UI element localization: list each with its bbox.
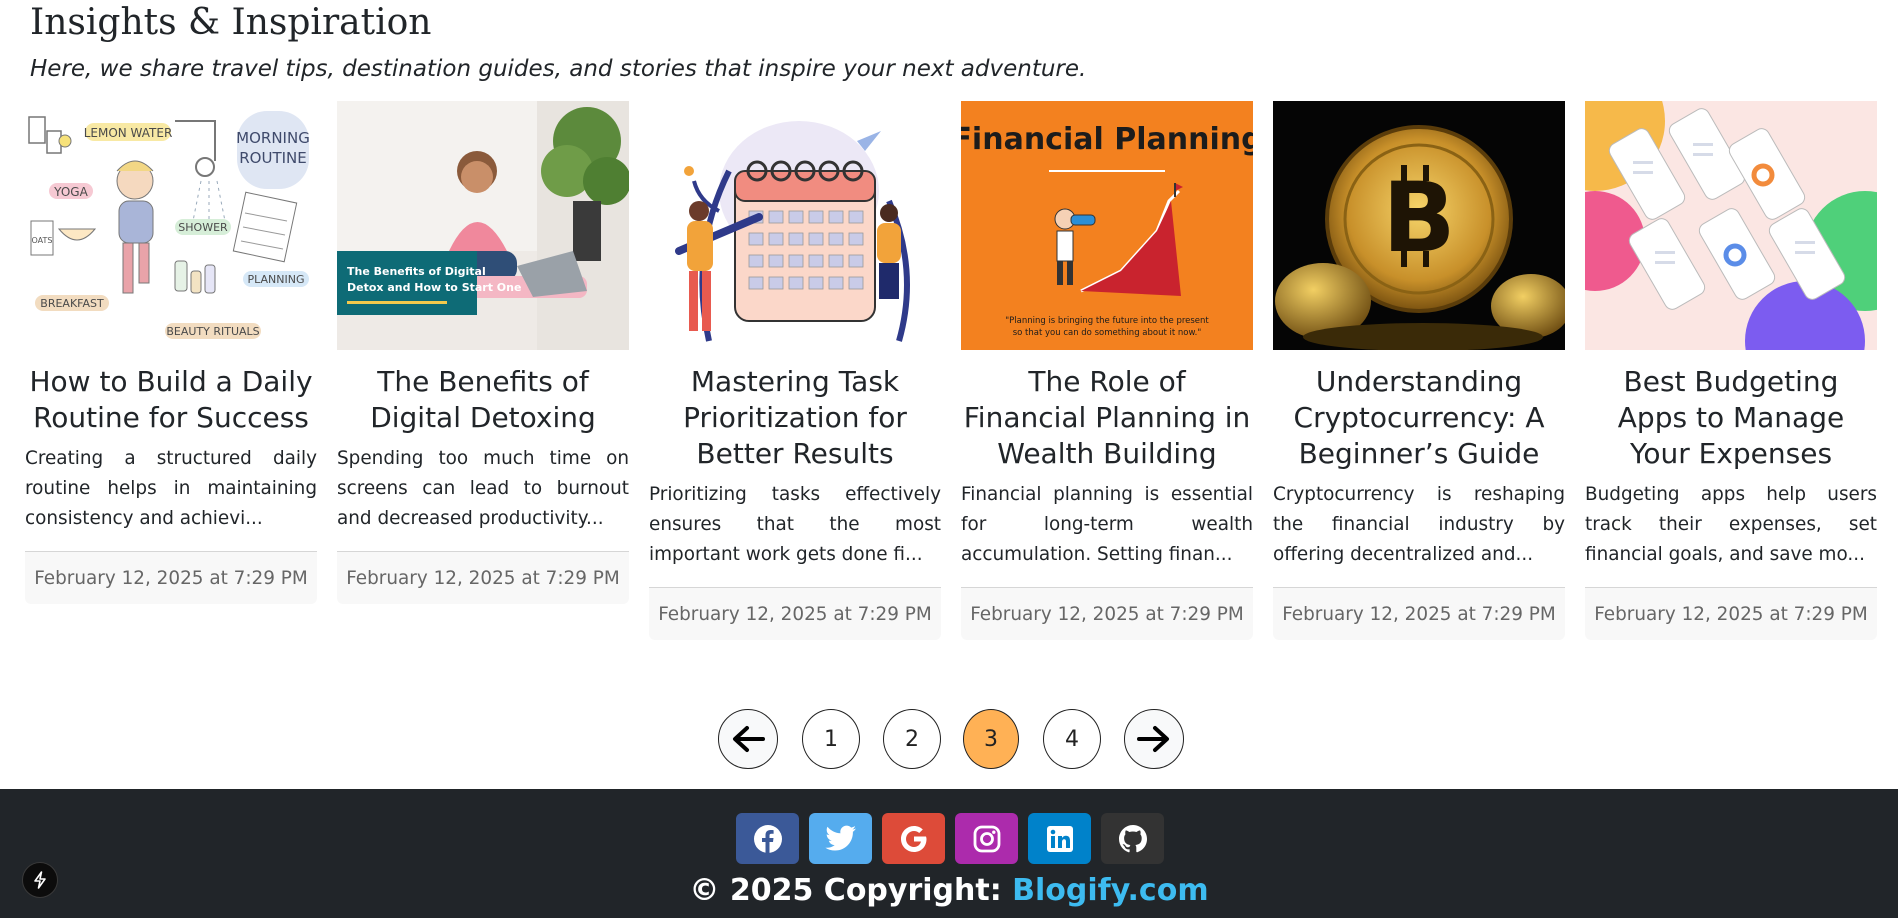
post-title[interactable]: The Benefits of Digital Detoxing bbox=[337, 350, 629, 436]
post-card[interactable]: B Understanding Cryptocurrency: A Beginn… bbox=[1273, 101, 1565, 640]
linkedin-icon bbox=[1046, 825, 1073, 852]
linkedin-button[interactable] bbox=[1028, 813, 1091, 864]
facebook-icon bbox=[753, 824, 782, 853]
svg-text:The Benefits of Digital: The Benefits of Digital bbox=[347, 265, 486, 278]
post-thumbnail[interactable] bbox=[1585, 101, 1877, 350]
site-footer: © 2025 Copyright: Blogify.com bbox=[0, 789, 1898, 918]
instagram-button[interactable] bbox=[955, 813, 1018, 864]
post-title[interactable]: The Role of Financial Planning in Wealth… bbox=[961, 350, 1253, 472]
svg-text:MORNING: MORNING bbox=[236, 129, 310, 147]
svg-text:SHOWER: SHOWER bbox=[178, 221, 228, 234]
lightning-bolt-icon bbox=[34, 871, 46, 889]
twitter-button[interactable] bbox=[809, 813, 872, 864]
post-card[interactable]: The Benefits of Digital Detox and How to… bbox=[337, 101, 629, 604]
post-date: February 12, 2025 at 7:29 PM bbox=[1273, 587, 1565, 640]
arrow-left-icon bbox=[733, 726, 765, 752]
post-excerpt: Cryptocurrency is reshaping the financia… bbox=[1273, 484, 1565, 565]
svg-text:PLANNING: PLANNING bbox=[248, 273, 305, 286]
post-date: February 12, 2025 at 7:29 PM bbox=[25, 551, 317, 604]
post-card[interactable]: MORNING ROUTINE LEMON WATER YOGA SHOWER … bbox=[25, 101, 317, 604]
svg-text:"Planning is bringing the futu: "Planning is bringing the future into th… bbox=[1005, 316, 1209, 326]
post-date: February 12, 2025 at 7:29 PM bbox=[649, 587, 941, 640]
post-title[interactable]: Mastering Task Prioritization for Better… bbox=[649, 350, 941, 472]
post-card[interactable]: Financial Planning "Planning is bringing… bbox=[961, 101, 1253, 640]
post-title[interactable]: Best Budgeting Apps to Manage Your Expen… bbox=[1585, 350, 1877, 472]
post-title[interactable]: How to Build a Daily Routine for Success bbox=[25, 350, 317, 436]
brand-link[interactable]: Blogify.com bbox=[1012, 873, 1208, 908]
page-button-4[interactable]: 4 bbox=[1043, 709, 1101, 769]
github-icon bbox=[1118, 824, 1147, 852]
prev-page-button[interactable] bbox=[718, 709, 778, 769]
svg-text:OATS: OATS bbox=[32, 236, 53, 245]
post-card[interactable]: Mastering Task Prioritization for Better… bbox=[649, 101, 941, 640]
svg-text:BREAKFAST: BREAKFAST bbox=[40, 297, 104, 310]
svg-text:YOGA: YOGA bbox=[53, 185, 88, 199]
post-cards: MORNING ROUTINE LEMON WATER YOGA SHOWER … bbox=[25, 101, 1877, 671]
svg-text:Detox and How to Start One: Detox and How to Start One bbox=[347, 281, 521, 294]
post-excerpt: Creating a structured daily routine help… bbox=[25, 448, 317, 529]
post-thumbnail[interactable]: MORNING ROUTINE LEMON WATER YOGA SHOWER … bbox=[25, 101, 317, 350]
post-title[interactable]: Understanding Cryptocurrency: A Beginner… bbox=[1273, 350, 1565, 472]
svg-text:B: B bbox=[1382, 162, 1455, 274]
post-date: February 12, 2025 at 7:29 PM bbox=[1585, 587, 1877, 640]
arrow-right-icon bbox=[1137, 726, 1169, 752]
post-thumbnail[interactable]: Financial Planning "Planning is bringing… bbox=[961, 101, 1253, 350]
github-button[interactable] bbox=[1101, 813, 1164, 864]
page-title: Insights & Inspiration bbox=[30, 2, 432, 43]
copyright: © 2025 Copyright: Blogify.com bbox=[0, 873, 1898, 908]
google-button[interactable] bbox=[882, 813, 945, 864]
post-excerpt: Financial planning is essential for long… bbox=[961, 484, 1253, 565]
copyright-text: © 2025 Copyright: bbox=[689, 873, 1013, 908]
post-date: February 12, 2025 at 7:29 PM bbox=[961, 587, 1253, 640]
post-card[interactable]: Best Budgeting Apps to Manage Your Expen… bbox=[1585, 101, 1877, 640]
post-date: February 12, 2025 at 7:29 PM bbox=[337, 551, 629, 604]
page-button-1[interactable]: 1 bbox=[802, 709, 860, 769]
page-subtitle: Here, we share travel tips, destination … bbox=[30, 56, 1087, 82]
svg-text:BEAUTY RITUALS: BEAUTY RITUALS bbox=[166, 325, 259, 338]
post-thumbnail[interactable] bbox=[649, 101, 941, 350]
google-icon bbox=[900, 825, 926, 852]
svg-text:so that you can do something a: so that you can do something about it no… bbox=[1013, 328, 1202, 338]
svg-text:ROUTINE: ROUTINE bbox=[239, 149, 307, 167]
post-excerpt: Budgeting apps help users track their ex… bbox=[1585, 484, 1877, 565]
dev-tools-button[interactable] bbox=[22, 862, 58, 898]
page-button-2[interactable]: 2 bbox=[883, 709, 941, 769]
svg-text:Financial Planning: Financial Planning bbox=[961, 122, 1253, 157]
post-thumbnail[interactable]: B bbox=[1273, 101, 1565, 350]
next-page-button[interactable] bbox=[1124, 709, 1184, 769]
post-excerpt: Spending too much time on screens can le… bbox=[337, 448, 629, 529]
page-button-3-active[interactable]: 3 bbox=[963, 709, 1019, 769]
facebook-button[interactable] bbox=[736, 813, 799, 864]
twitter-icon bbox=[824, 825, 856, 850]
post-excerpt: Prioritizing tasks effectively ensures t… bbox=[649, 484, 941, 565]
post-thumbnail[interactable]: The Benefits of Digital Detox and How to… bbox=[337, 101, 629, 350]
instagram-icon bbox=[973, 825, 1000, 852]
svg-text:LEMON WATER: LEMON WATER bbox=[84, 126, 173, 140]
